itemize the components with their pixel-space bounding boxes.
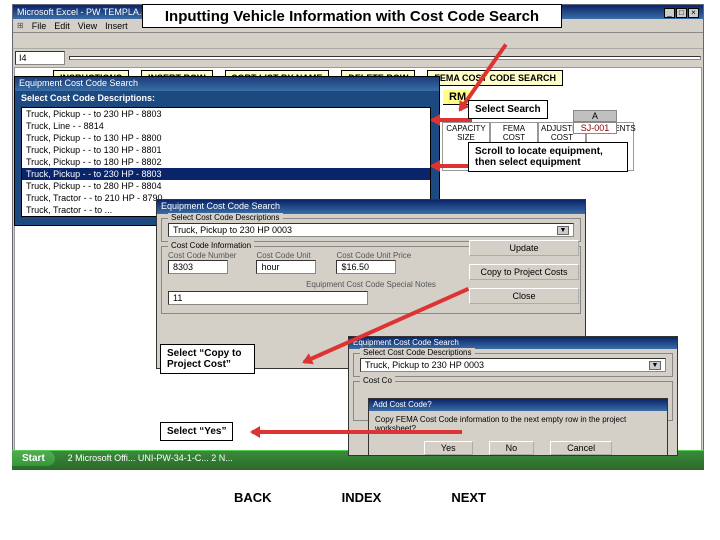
formula-bar[interactable] [69, 56, 701, 60]
minimize-icon[interactable]: _ [664, 8, 675, 18]
chevron-down-icon[interactable]: ▼ [557, 226, 569, 235]
combo-value: Truck, Pickup to 230 HP 0003 [173, 225, 292, 235]
confirm-titlebar: Add Cost Code? [369, 399, 667, 411]
menu-view[interactable]: View [78, 21, 97, 31]
col-a-header: A [573, 110, 617, 122]
taskbar-items[interactable]: 2 Microsoft Offi... UNI-PW-34-1-C... 2 N… [68, 453, 233, 463]
lbl-unit: Cost Code Unit [256, 251, 316, 260]
arrow-icon [252, 430, 462, 434]
slide-nav: BACK INDEX NEXT [0, 490, 720, 505]
group-label: Select Cost Code Descriptions [360, 348, 475, 357]
list-item[interactable]: Truck, Line - - 8814 [22, 120, 430, 132]
copy-button[interactable]: Copy to Project Costs [469, 264, 579, 280]
confirm-dialog: Add Cost Code? Copy FEMA Cost Code infor… [368, 398, 668, 456]
menu-edit[interactable]: Edit [54, 21, 70, 31]
costcode-combo-2[interactable]: Truck, Pickup to 230 HP 0003 ▼ [360, 358, 666, 372]
group-label: Cost Code Information [168, 241, 254, 250]
cell-sj001[interactable]: SJ-001 [573, 122, 617, 134]
index-button[interactable]: INDEX [342, 490, 382, 505]
dialog-titlebar: Equipment Cost Code Search [157, 200, 585, 214]
menu-insert[interactable]: Insert [105, 21, 128, 31]
lbl-price: Cost Code Unit Price [336, 251, 411, 260]
list-item[interactable]: Truck, Pickup - - to 180 HP - 8802 [22, 156, 430, 168]
list-item[interactable]: Truck, Pickup - - to 280 HP - 8804 [22, 180, 430, 192]
menu-file[interactable]: File [32, 21, 47, 31]
page-title: Inputting Vehicle Information with Cost … [142, 4, 562, 28]
name-box[interactable]: I4 [15, 51, 65, 65]
yes-button[interactable]: Yes [424, 441, 473, 455]
costcode-combo[interactable]: Truck, Pickup to 230 HP 0003 ▼ [168, 223, 574, 237]
arrow-icon [432, 118, 472, 122]
maximize-icon[interactable]: □ [676, 8, 687, 18]
col-a: A SJ-001 [573, 110, 617, 134]
field-unit[interactable]: hour [256, 260, 316, 274]
group-select: Select Cost Code Descriptions Truck, Pic… [161, 218, 581, 242]
search-titlebar: Equipment Cost Code Search [15, 77, 439, 91]
excel-icon: ⊞ [17, 21, 24, 30]
list-item-selected[interactable]: Truck, Pickup - - to 230 HP - 8803 [22, 168, 430, 180]
chevron-down-icon[interactable]: ▼ [649, 361, 661, 370]
list-item[interactable]: Truck, Pickup - - to 130 HP - 8800 [22, 132, 430, 144]
toolbar-row [13, 33, 703, 49]
callout-search: Select Search [468, 100, 548, 119]
lbl-num: Cost Code Number [168, 251, 236, 260]
update-button[interactable]: Update [469, 240, 579, 256]
callout-copy: Select “Copy to Project Cost” [160, 344, 255, 374]
window-controls[interactable]: _□× [663, 7, 699, 18]
field-price[interactable]: $16.50 [336, 260, 396, 274]
callout-scroll: Scroll to locate equipment, then select … [468, 142, 628, 172]
list-item[interactable]: Truck, Pickup - - to 130 HP - 8801 [22, 144, 430, 156]
formula-row: I4 [13, 49, 703, 67]
notes-field[interactable]: 11 [168, 291, 368, 305]
cancel-button[interactable]: Cancel [550, 441, 612, 455]
app-title: Microsoft Excel - PW TEMPLA... [17, 7, 146, 17]
next-button[interactable]: NEXT [451, 490, 486, 505]
back-button[interactable]: BACK [234, 490, 272, 505]
close-icon[interactable]: × [688, 8, 699, 18]
group-label: Cost Co [360, 376, 395, 385]
no-button[interactable]: No [489, 441, 535, 455]
close-button[interactable]: Close [469, 288, 579, 304]
group-label: Select Cost Code Descriptions [168, 213, 283, 222]
callout-yes: Select “Yes” [160, 422, 233, 441]
start-button[interactable]: Start [12, 451, 55, 466]
group-select-2: Select Cost Code Descriptions Truck, Pic… [353, 353, 673, 377]
fema-search-button[interactable]: FEMA COST CODE SEARCH [427, 70, 563, 86]
combo-value: Truck, Pickup to 230 HP 0003 [365, 360, 484, 370]
list-item[interactable]: Truck, Pickup - - to 230 HP - 8803 [22, 108, 430, 120]
search-section-label: Select Cost Code Descriptions: [15, 91, 439, 105]
field-num[interactable]: 8303 [168, 260, 228, 274]
